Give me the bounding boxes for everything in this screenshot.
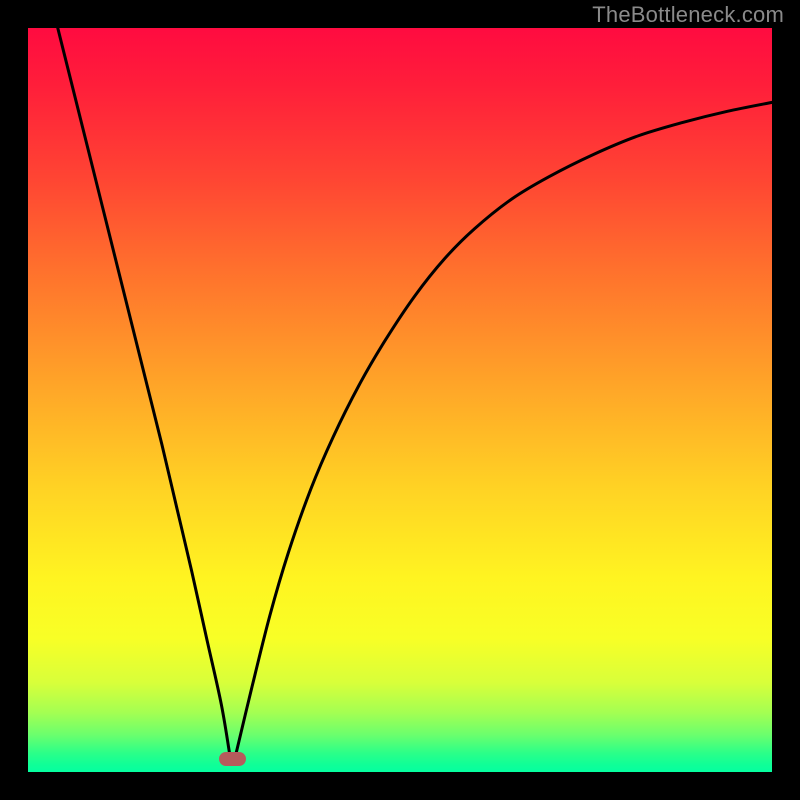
chart-plot-area [28, 28, 772, 772]
watermark-text: TheBottleneck.com [592, 2, 784, 28]
optimum-marker [219, 752, 246, 766]
chart-frame: TheBottleneck.com [0, 0, 800, 800]
